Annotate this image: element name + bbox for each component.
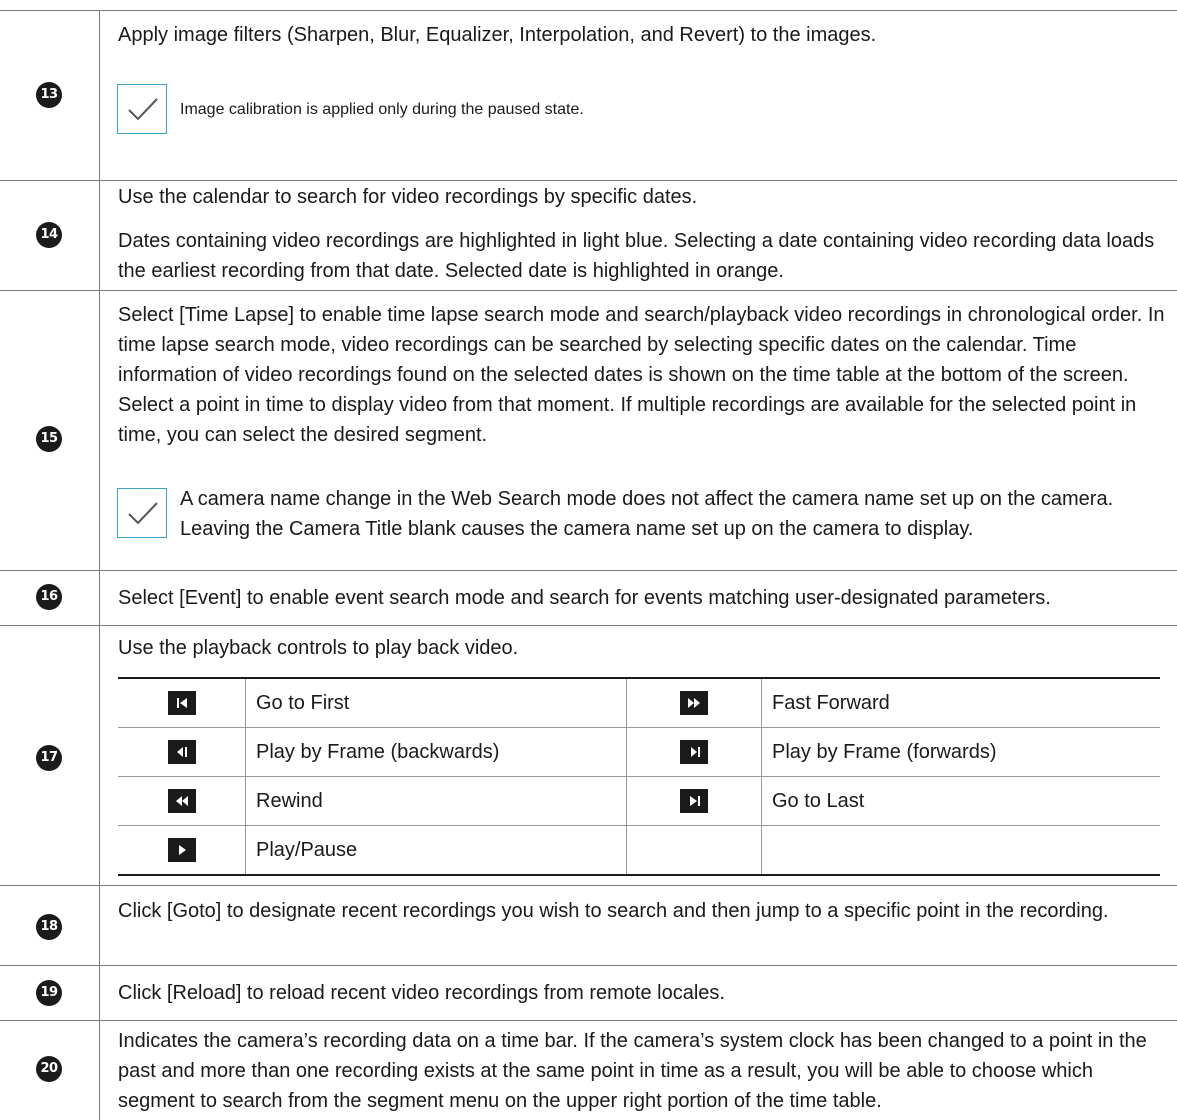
- row-divider: [0, 10, 1177, 11]
- rewind-icon: [167, 789, 196, 813]
- control-label: [761, 825, 1160, 876]
- row-13-note: Image calibration is applied only during…: [180, 101, 584, 118]
- table-row: Play by Frame (backwards) Play by Frame …: [118, 727, 1160, 777]
- column-divider: [99, 10, 100, 1120]
- item-number-19: 19: [36, 980, 62, 1006]
- row-18-description: Click [Goto] to designate recent recordi…: [118, 900, 1109, 922]
- empty-cell: [626, 825, 762, 876]
- control-label: Rewind: [245, 776, 627, 826]
- row-20-description: Indicates the camera’s recording data on…: [118, 1030, 1147, 1112]
- control-label: Fast Forward: [761, 677, 1160, 728]
- control-label: Play by Frame (backwards): [245, 727, 627, 777]
- row-16-description: Select [Event] to enable event search mo…: [118, 587, 1051, 609]
- row-divider: [0, 1020, 1177, 1021]
- playback-controls-table: Go to First Fast Forward Play by Frame (…: [118, 677, 1160, 876]
- item-number-15: 15: [36, 426, 62, 452]
- table-row: Play/Pause: [118, 825, 1160, 876]
- check-note-icon: [117, 488, 167, 538]
- play-pause-icon: [167, 838, 196, 862]
- row-divider: [0, 625, 1177, 626]
- table-row: Rewind Go to Last: [118, 776, 1160, 826]
- control-label: Go to First: [245, 677, 627, 728]
- item-number-20: 20: [36, 1056, 62, 1082]
- row-19-description: Click [Reload] to reload recent video re…: [118, 982, 725, 1004]
- item-number-17: 17: [36, 745, 62, 771]
- item-number-18: 18: [36, 914, 62, 940]
- row-divider: [0, 570, 1177, 571]
- row-15-description: Select [Time Lapse] to enable time lapse…: [118, 304, 1165, 446]
- fast-forward-icon: [680, 691, 708, 715]
- row-17-description: Use the playback controls to play back v…: [118, 637, 519, 659]
- row-divider: [0, 290, 1177, 291]
- row-14-detail: Dates containing video recordings are hi…: [118, 230, 1155, 282]
- row-divider: [0, 180, 1177, 181]
- play-frame-forward-icon: [680, 740, 708, 764]
- go-to-last-icon: [680, 789, 708, 813]
- go-to-first-icon: [167, 691, 196, 715]
- item-number-16: 16: [36, 584, 62, 610]
- row-divider: [0, 965, 1177, 966]
- row-14-description: Use the calendar to search for video rec…: [118, 186, 698, 208]
- row-13-description: Apply image filters (Sharpen, Blur, Equa…: [118, 24, 877, 46]
- item-number-13: 13: [36, 82, 62, 108]
- control-label: Play by Frame (forwards): [761, 727, 1160, 777]
- item-number-14: 14: [36, 222, 62, 248]
- row-15-note: A camera name change in the Web Search m…: [180, 488, 1114, 540]
- control-label: Play/Pause: [245, 825, 627, 876]
- check-note-icon: [117, 84, 167, 134]
- table-row: Go to First Fast Forward: [118, 677, 1160, 728]
- row-divider: [0, 885, 1177, 886]
- play-frame-backward-icon: [167, 740, 196, 764]
- control-label: Go to Last: [761, 776, 1160, 826]
